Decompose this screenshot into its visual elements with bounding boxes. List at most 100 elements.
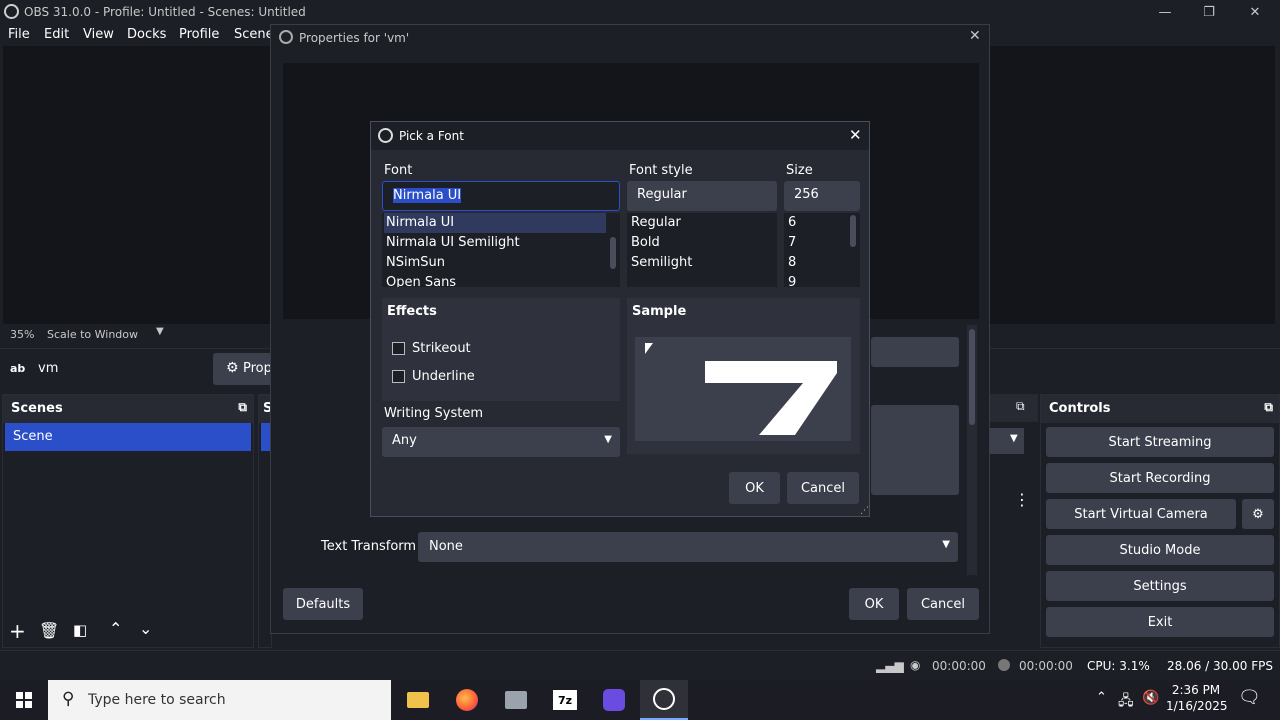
- resize-grip-icon[interactable]: ⋰: [860, 506, 869, 516]
- list-item[interactable]: NSimSun: [386, 255, 445, 270]
- start-streaming-button[interactable]: Start Streaming: [1046, 427, 1274, 457]
- maximize-button[interactable]: ❐: [1186, 0, 1232, 24]
- mixer-dropdown[interactable]: ▼: [990, 428, 1024, 454]
- list-item[interactable]: Nirmala UI Semilight: [386, 235, 520, 250]
- strikeout-label[interactable]: Strikeout: [412, 341, 471, 356]
- clock[interactable]: 2:36 PM 1/16/2025: [1166, 683, 1228, 717]
- controls-header: Controls ⧉: [1041, 395, 1279, 423]
- filter-icon[interactable]: ◧: [73, 621, 87, 639]
- properties-cancel-button[interactable]: Cancel: [907, 588, 979, 620]
- size-label: Size: [786, 163, 813, 178]
- source-name: vm: [38, 361, 59, 376]
- underline-label[interactable]: Underline: [412, 369, 475, 384]
- menu-file[interactable]: File: [8, 27, 30, 42]
- font-style-list[interactable]: Regular Bold Semilight: [627, 213, 777, 287]
- list-item[interactable]: 8: [788, 255, 796, 270]
- close-icon[interactable]: ✕: [849, 126, 862, 144]
- studio-mode-button[interactable]: Studio Mode: [1046, 535, 1274, 565]
- controls-title: Controls: [1049, 401, 1111, 416]
- text-transform-select[interactable]: None ▼: [418, 532, 958, 562]
- list-item[interactable]: 9: [788, 275, 796, 287]
- close-icon[interactable]: ✕: [969, 28, 981, 44]
- search-box[interactable]: ⚲ Type here to search: [48, 680, 391, 720]
- stream-icon: ◉: [910, 658, 921, 672]
- exit-button[interactable]: Exit: [1046, 607, 1274, 637]
- mixer-panel: ⧉ ▼ ⋮: [990, 394, 1038, 648]
- font-list[interactable]: Nirmala UI Nirmala UI Semilight NSimSun …: [382, 213, 620, 287]
- window-title: OBS 31.0.0 - Profile: Untitled - Scenes:…: [24, 5, 306, 19]
- font-dialog-title: Pick a Font: [399, 129, 464, 143]
- start-virtual-camera-button[interactable]: Start Virtual Camera: [1046, 499, 1236, 529]
- scrollbar-thumb[interactable]: [850, 215, 856, 247]
- list-item[interactable]: Open Sans: [386, 275, 456, 287]
- properties-ok-button[interactable]: OK: [849, 588, 899, 620]
- font-input-value: Nirmala UI: [393, 188, 462, 203]
- menu-docks[interactable]: Docks: [127, 27, 166, 42]
- undock-icon[interactable]: ⧉: [238, 400, 247, 415]
- scrollbar-thumb[interactable]: [969, 329, 975, 425]
- network-icon[interactable]: 🖧: [1118, 690, 1134, 714]
- scrollbar-thumb[interactable]: [610, 237, 616, 269]
- title-bar: OBS 31.0.0 - Profile: Untitled - Scenes:…: [0, 0, 1280, 24]
- font-input[interactable]: Nirmala UI: [382, 181, 620, 211]
- scene-item[interactable]: Scene: [5, 423, 251, 451]
- more-icon[interactable]: ⋮: [1014, 490, 1030, 509]
- underline-checkbox[interactable]: [392, 370, 405, 383]
- list-item[interactable]: Regular: [631, 215, 681, 230]
- chevron-down-icon: ▼: [604, 434, 612, 445]
- list-item[interactable]: Semilight: [631, 255, 692, 270]
- list-item[interactable]: Nirmala UI: [386, 215, 454, 230]
- size-list[interactable]: 6 7 8 9: [784, 213, 860, 287]
- font-ok-button[interactable]: OK: [729, 472, 780, 504]
- obs-logo-icon: [4, 4, 19, 19]
- close-button[interactable]: ✕: [1232, 0, 1278, 24]
- scene-item-label: Scene: [13, 429, 53, 444]
- search-placeholder: Type here to search: [88, 692, 226, 708]
- menu-view[interactable]: View: [83, 27, 114, 42]
- font-style-input[interactable]: Regular: [627, 181, 777, 211]
- volume-muted-icon[interactable]: 🔇: [1142, 690, 1159, 706]
- move-down-icon[interactable]: ⌄: [139, 619, 152, 638]
- record-icon: [998, 659, 1010, 671]
- stream-time: 00:00:00: [932, 659, 986, 673]
- zoom-mode[interactable]: Scale to Window: [47, 328, 138, 341]
- properties-button[interactable]: ⚙ Prop: [213, 353, 273, 385]
- tray-chevron-up-icon[interactable]: ⌃: [1096, 690, 1107, 705]
- writing-system-select[interactable]: Any ▼: [382, 427, 620, 457]
- size-value: 256: [794, 187, 819, 202]
- 7zip-icon[interactable]: 7z: [549, 684, 581, 716]
- add-icon[interactable]: +: [9, 619, 26, 643]
- menu-profile[interactable]: Profile: [179, 27, 219, 42]
- firefox-icon[interactable]: [451, 684, 483, 716]
- minimize-button[interactable]: —: [1142, 0, 1188, 24]
- obs-taskbar-icon[interactable]: [640, 680, 688, 720]
- file-explorer-icon[interactable]: [402, 684, 434, 716]
- virtual-camera-settings-button[interactable]: ⚙: [1242, 499, 1274, 529]
- trash-icon[interactable]: 🗑: [39, 621, 59, 640]
- network-app-icon[interactable]: [500, 684, 532, 716]
- font-cancel-button[interactable]: Cancel: [787, 472, 859, 504]
- start-recording-button[interactable]: Start Recording: [1046, 463, 1274, 493]
- scrollbar[interactable]: [967, 325, 977, 575]
- menu-scene[interactable]: Scene: [234, 27, 274, 42]
- list-item[interactable]: Bold: [631, 235, 660, 250]
- windows-start-button[interactable]: [8, 684, 40, 716]
- size-input[interactable]: 256: [784, 181, 860, 211]
- properties-field[interactable]: [871, 337, 959, 367]
- cpu-usage: CPU: 3.1%: [1087, 659, 1150, 673]
- settings-button[interactable]: Settings: [1046, 571, 1274, 601]
- menu-edit[interactable]: Edit: [44, 27, 69, 42]
- scenes-title: Scenes: [11, 401, 63, 416]
- list-item[interactable]: 6: [788, 215, 796, 230]
- defaults-button[interactable]: Defaults: [283, 588, 363, 620]
- chevron-down-icon[interactable]: ▼: [156, 326, 164, 337]
- undock-icon[interactable]: ⧉: [1264, 400, 1273, 415]
- strikeout-checkbox[interactable]: [392, 342, 405, 355]
- undock-icon[interactable]: ⧉: [1016, 399, 1025, 414]
- clock-date: 1/16/2025: [1166, 699, 1228, 713]
- move-up-icon[interactable]: ⌃: [109, 619, 122, 638]
- list-item[interactable]: 7: [788, 235, 796, 250]
- properties-field[interactable]: [871, 405, 959, 495]
- notes-app-icon[interactable]: [598, 684, 630, 716]
- notification-icon[interactable]: 🗨: [1238, 687, 1261, 708]
